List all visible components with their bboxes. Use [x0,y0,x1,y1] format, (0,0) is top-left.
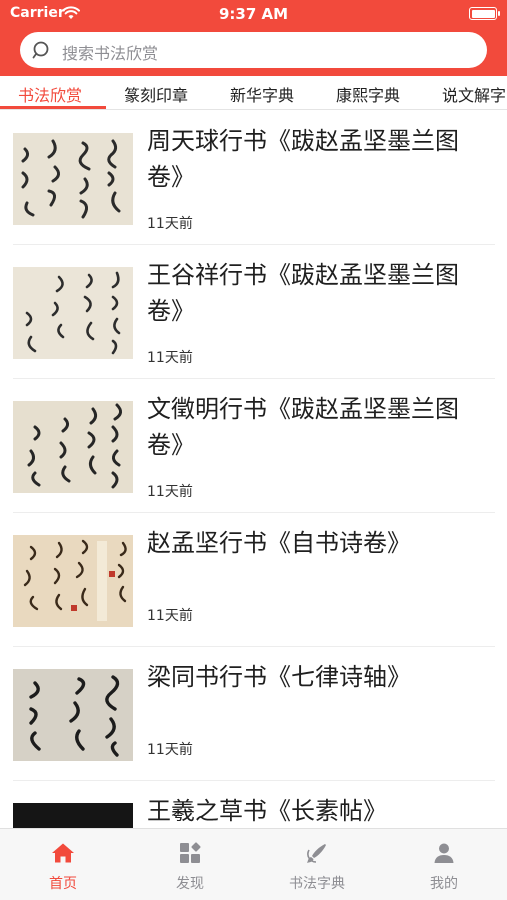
search-icon [32,41,49,59]
category-tabs: 书法欣赏 篆刻印章 新华字典 康熙字典 说文解字 [0,76,507,110]
thumbnail [13,401,133,493]
article-title: 梁同书行书《七律诗轴》 [147,663,411,691]
thumbnail [13,669,133,761]
thumbnail [13,267,133,359]
article-list[interactable]: 周天球行书《跋赵孟坚墨兰图卷》 11天前 王谷祥行书《跋赵孟坚墨兰图卷》 11天… [0,111,507,828]
tabbar-discover[interactable]: 发现 [127,829,253,900]
thumbnail [13,803,133,828]
article-time: 11天前 [147,216,193,232]
tabbar-label: 我的 [430,876,458,892]
article-time: 11天前 [147,350,193,366]
battery-icon [469,7,500,20]
discover-icon [180,842,201,863]
home-icon [52,843,74,863]
status-bar: Carrier 9:37 AM [0,0,507,28]
brush-icon [307,844,326,863]
article-title: 王羲之草书《长素帖》 [147,797,387,825]
thumbnail [13,535,133,627]
list-item[interactable]: 文徵明行书《跋赵孟坚墨兰图卷》 11天前 [13,379,495,513]
tab-kangxi-dictionary[interactable]: 康熙字典 [336,82,400,106]
tab-shuowen[interactable]: 说文解字 [442,82,506,106]
header-bar: Carrier 9:37 AM 搜索书法欣赏 [0,0,507,76]
tabbar-profile[interactable]: 我的 [381,829,507,900]
list-item[interactable]: 周天球行书《跋赵孟坚墨兰图卷》 11天前 [13,111,495,245]
list-item[interactable]: 梁同书行书《七律诗轴》 11天前 [13,647,495,781]
tabbar-label: 书法字典 [289,876,345,892]
thumbnail [13,133,133,225]
tab-calligraphy[interactable]: 书法欣赏 [18,82,82,106]
tab-seal-carving[interactable]: 篆刻印章 [124,82,188,106]
article-title: 王谷祥行书《跋赵孟坚墨兰图卷》 [147,261,459,325]
tabbar-home[interactable]: 首页 [0,829,126,900]
list-item[interactable]: 王羲之草书《长素帖》 [13,781,495,828]
list-item[interactable]: 王谷祥行书《跋赵孟坚墨兰图卷》 11天前 [13,245,495,379]
article-title: 赵孟坚行书《自书诗卷》 [147,529,411,557]
tab-xinhua-dictionary[interactable]: 新华字典 [230,82,294,106]
active-tab-indicator [0,106,106,109]
article-title: 周天球行书《跋赵孟坚墨兰图卷》 [147,127,459,191]
tabbar-label: 首页 [49,876,77,892]
list-item[interactable]: 赵孟坚行书《自书诗卷》 11天前 [13,513,495,647]
bottom-tab-bar: 首页 发现 书法字典 我的 [0,828,507,900]
article-time: 11天前 [147,484,193,500]
article-time: 11天前 [147,608,193,624]
search-input[interactable]: 搜索书法欣赏 [20,32,487,68]
clock: 9:37 AM [218,5,289,23]
profile-icon [434,843,454,863]
tabbar-label: 发现 [176,876,204,892]
article-title: 文徵明行书《跋赵孟坚墨兰图卷》 [147,395,459,459]
tabbar-calligraphy-dictionary[interactable]: 书法字典 [254,829,380,900]
article-time: 11天前 [147,742,193,758]
search-placeholder: 搜索书法欣赏 [62,44,159,63]
